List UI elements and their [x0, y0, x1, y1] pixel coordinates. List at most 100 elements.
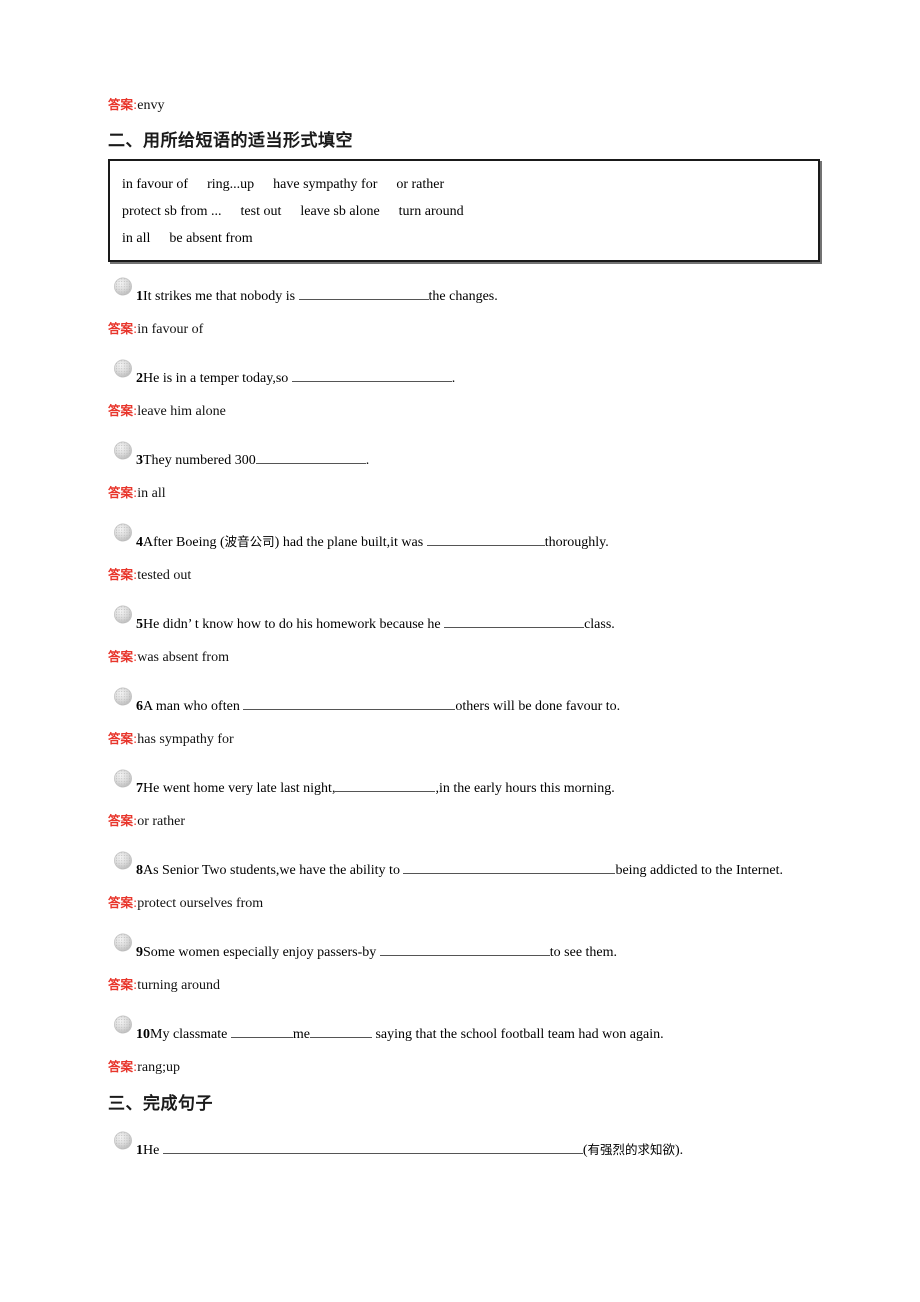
answer-line: 答案:in all: [108, 484, 820, 503]
question-text: He: [143, 1143, 163, 1158]
answer-blank[interactable]: [426, 532, 545, 546]
phrase-bank-item[interactable]: in all: [122, 231, 150, 246]
question-number: 1: [136, 1143, 143, 1158]
answer-label: 答案: [108, 977, 134, 992]
question-text: He is in a temper today,so: [143, 371, 292, 386]
question-item: 2He is in a temper today,so .: [108, 359, 820, 389]
question-number: 7: [136, 781, 143, 796]
answer-label: 答案: [108, 567, 134, 582]
answer-blank[interactable]: [379, 942, 550, 956]
question-item: 3They numbered 300.: [108, 441, 820, 471]
answer-blank[interactable]: [444, 614, 585, 628]
answer-line: 答案:turning around: [108, 976, 820, 995]
answer-text: turning around: [137, 978, 221, 993]
question-text: thoroughly.: [544, 535, 609, 550]
sphere-bullet-icon: [112, 441, 132, 461]
answer-label: 答案: [108, 485, 134, 500]
sphere-bullet-icon: [112, 1015, 132, 1035]
answer-blank[interactable]: [309, 1024, 372, 1038]
answer-label: 答案: [108, 1059, 134, 1074]
phrase-bank-item[interactable]: or rather: [396, 177, 444, 192]
answer-line: 答案:has sympathy for: [108, 730, 820, 749]
answer-blank[interactable]: [243, 696, 456, 710]
phrase-bank-item[interactable]: test out: [241, 204, 282, 219]
sphere-bullet-icon: [112, 851, 132, 871]
question-item: 9Some women especially enjoy passers-by …: [108, 933, 820, 963]
phrase-bank-box: in favour of ring...up have sympathy for or…: [108, 159, 820, 262]
answer-blank[interactable]: [162, 1140, 583, 1154]
question-text: ).: [675, 1143, 684, 1158]
answer-blank[interactable]: [335, 778, 436, 792]
question-item: 10My classmate me saying that the school…: [108, 1015, 820, 1045]
sphere-bullet-icon: [112, 769, 132, 789]
answer-text: has sympathy for: [137, 732, 234, 747]
answer-line: 答案:envy: [108, 96, 820, 115]
phrase-bank-item[interactable]: in favour of: [122, 177, 188, 192]
sphere-bullet-icon: [112, 359, 132, 379]
question-item: 7He went home very late last night, ,in t…: [108, 769, 820, 799]
question-text: the changes.: [428, 289, 498, 304]
answer-text: protect ourselves from: [137, 896, 264, 911]
answer-text: in favour of: [137, 322, 204, 337]
phrase-bank-row: protect sb from ... test out leave sb alon…: [122, 198, 806, 225]
question-text: My classmate: [150, 1027, 231, 1042]
question-text: He didn’ t know how to do his homework b…: [143, 617, 445, 632]
answer-blank[interactable]: [403, 860, 616, 874]
sphere-bullet-icon: [112, 605, 132, 625]
answer-line: 答案:or rather: [108, 812, 820, 831]
question-number: 3: [136, 453, 143, 468]
question-number: 9: [136, 945, 143, 960]
question-text: .: [451, 371, 456, 386]
section-heading: 三、完成句子: [108, 1094, 213, 1114]
answer-blank[interactable]: [298, 286, 429, 300]
answer-line: 答案:leave him alone: [108, 402, 820, 421]
question-item: 4After Boeing (波音公司) had the plane built…: [108, 523, 820, 553]
worksheet-content: 答案:envy 二、用所给短语的适当形式填空 in favour of ring...…: [108, 96, 820, 1161]
answer-line: 答案:tested out: [108, 566, 820, 585]
answer-blank[interactable]: [255, 450, 366, 464]
answer-blank[interactable]: [291, 368, 452, 382]
question-text: ,in the early hours this morning.: [435, 781, 615, 796]
answer-text: was absent from: [137, 650, 229, 665]
phrase-bank-item[interactable]: leave sb alone: [300, 204, 379, 219]
question-text: A man who often: [143, 699, 244, 714]
phrase-bank-item[interactable]: ring...up: [207, 177, 254, 192]
question-item: 1He (有强烈的求知欲).: [108, 1131, 820, 1161]
question-text: me: [292, 1027, 310, 1042]
answer-label: 答案: [108, 731, 134, 746]
question-text: saying that the school football team had…: [371, 1027, 664, 1042]
sphere-bullet-icon: [112, 1131, 132, 1151]
phrase-bank-row: in favour of ring...up have sympathy for or…: [122, 171, 806, 198]
answer-text: envy: [137, 98, 165, 113]
phrase-bank-item[interactable]: be absent from: [169, 231, 252, 246]
sphere-bullet-icon: [112, 687, 132, 707]
phrase-bank-item[interactable]: turn around: [399, 204, 464, 219]
answer-blank[interactable]: [230, 1024, 293, 1038]
phrase-bank-item[interactable]: protect sb from ...: [122, 204, 222, 219]
question-text: class.: [584, 617, 615, 632]
answer-text: in all: [137, 486, 166, 501]
question-item: 6A man who often others will be done fav…: [108, 687, 820, 717]
question-text-cn: 有强烈的求知欲: [587, 1142, 676, 1157]
answer-label: 答案: [108, 649, 134, 664]
question-text: He went home very late last night,: [143, 781, 336, 796]
phrase-bank-item[interactable]: have sympathy for: [273, 177, 377, 192]
answer-label: 答案: [108, 895, 134, 910]
